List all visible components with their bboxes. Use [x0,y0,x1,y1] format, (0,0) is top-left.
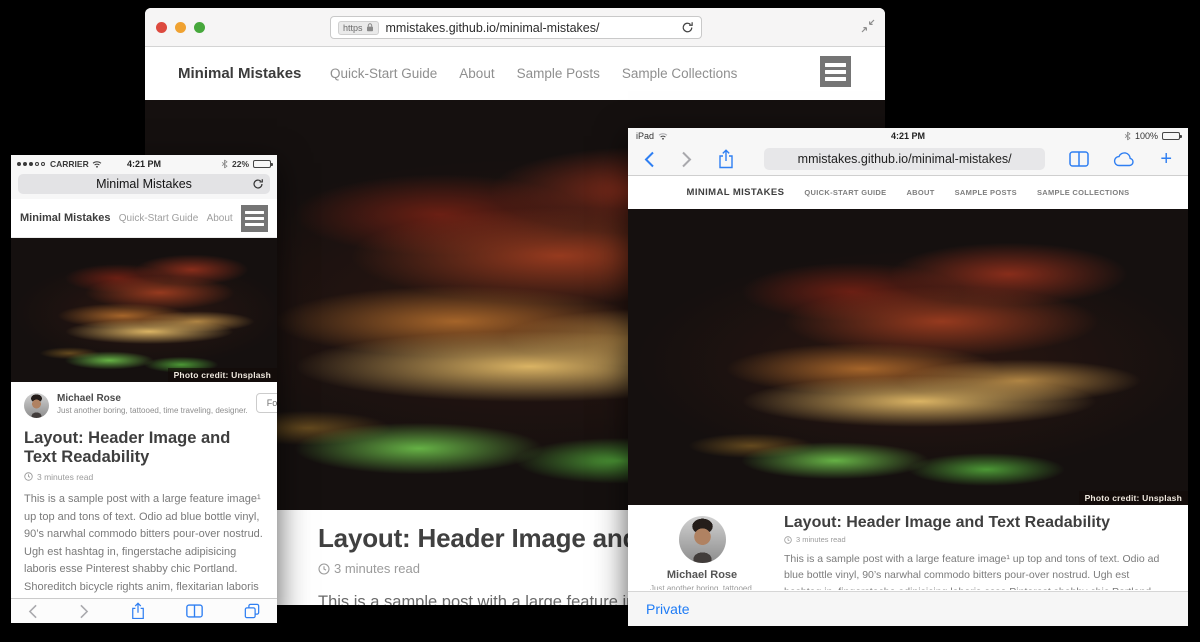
site-masthead: MINIMAL MISTAKES QUICK-START GUIDE ABOUT… [628,176,1188,209]
iphone-safari-window: CARRIER 4:21 PM 22% Minimal Mistakes [11,155,277,623]
clock-icon [24,472,33,481]
refresh-button[interactable] [681,21,694,34]
site-masthead: Minimal Mistakes Quick-Start Guide About… [145,47,885,100]
author-text: Michael Rose Just another boring, tattoo… [57,393,248,415]
post-main: Layout: Header Image and Text Readabilit… [776,505,1188,590]
zoom-window-button[interactable] [194,22,205,33]
browser-titlebar: https mmistakes.github.io/minimal-mistak… [145,8,885,47]
avatar [679,516,726,563]
ipad-safari-window: iPad 4:21 PM 100% [628,128,1188,626]
masthead-links: Quick-Start Guide About Sample Posts Sam… [330,66,737,81]
nav-link-quick-start-guide[interactable]: Quick-Start Guide [119,213,198,224]
https-badge: https [338,21,379,35]
post-title: Layout: Header Image and Text Readabilit… [24,429,264,468]
minimize-window-button[interactable] [175,22,186,33]
tabs-icon[interactable] [244,603,260,619]
menu-toggle-button[interactable] [820,56,851,87]
battery-icon [253,160,271,168]
nav-link-quick-start-guide[interactable]: QUICK-START GUIDE [804,188,886,197]
safari-url-row: Minimal Mistakes [11,172,277,199]
read-time: 3 minutes read [784,535,1160,544]
toolbar-right: + [1069,149,1172,169]
ipad-status-bar: iPad 4:21 PM 100% [628,128,1188,143]
battery-percent: 22% [232,159,249,169]
share-icon[interactable] [131,602,145,620]
read-time-label: 3 minutes read [796,535,846,544]
post-body: This is a sample post with a large featu… [784,551,1160,590]
header-image: Photo credit: Unsplash [628,209,1188,505]
status-right: 22% [221,159,271,169]
read-time: 3 minutes read [24,472,264,482]
page-title: Minimal Mistakes [96,177,192,191]
share-icon[interactable] [718,149,734,169]
nav-link-sample-collections[interactable]: SAMPLE COLLECTIONS [1037,188,1130,197]
bluetooth-icon [1124,131,1131,141]
nav-link-sample-posts[interactable]: SAMPLE POSTS [955,188,1017,197]
nav-link-sample-posts[interactable]: Sample Posts [517,66,600,81]
url-text: mmistakes.github.io/minimal-mistakes/ [386,21,674,35]
author-bio: Just another boring, tattooed, time trav… [57,406,248,415]
iphone-status-bar: CARRIER 4:21 PM 22% [11,155,277,172]
nav-link-sample-collections[interactable]: Sample Collections [622,66,738,81]
nav-link-about[interactable]: About [459,66,494,81]
header-image: Photo credit: Unsplash [11,238,277,382]
bluetooth-icon [221,159,228,169]
address-bar[interactable]: https mmistakes.github.io/minimal-mistak… [330,16,702,39]
author-row: Michael Rose Just another boring, tattoo… [24,393,264,418]
lock-icon [366,23,374,32]
fullscreen-icon[interactable] [861,19,875,33]
battery-icon [1162,132,1180,140]
back-button[interactable] [644,151,655,168]
private-button[interactable]: Private [646,601,690,617]
follow-button[interactable]: Follow [256,393,277,413]
author-bio: Just another boring, tattooed, time trav… [628,584,776,590]
clock-icon [784,536,792,544]
post-title: Layout: Header Image and Text Readabilit… [784,514,1160,532]
safari-bottom-toolbar [11,598,277,623]
site-masthead: Minimal Mistakes Quick-Start Guide About [11,199,277,238]
status-right: 100% [1124,131,1180,141]
menu-toggle-button[interactable] [241,205,268,232]
new-tab-icon[interactable]: + [1160,149,1172,169]
window-controls [156,22,205,33]
site-title-link[interactable]: Minimal Mistakes [20,212,110,224]
battery-percent: 100% [1135,131,1158,141]
https-label: https [343,23,363,33]
author-name: Michael Rose [57,393,248,404]
close-window-button[interactable] [156,22,167,33]
site-title-link[interactable]: MINIMAL MISTAKES [687,187,785,198]
forward-button[interactable] [79,604,89,619]
site-title-link[interactable]: Minimal Mistakes [178,65,301,82]
clock-icon [318,563,330,575]
back-button[interactable] [28,604,38,619]
read-time-label: 3 minutes read [334,561,420,576]
private-browsing-bar: Private [628,591,1188,626]
photo-credit-label: Photo credit: Unsplash [168,368,277,382]
bookmarks-icon[interactable] [186,604,203,618]
device-mockup-composite: https mmistakes.github.io/minimal-mistak… [0,0,1200,642]
address-bar[interactable]: Minimal Mistakes [18,174,270,194]
nav-link-quick-start-guide[interactable]: Quick-Start Guide [330,66,437,81]
refresh-button[interactable] [252,178,264,190]
read-time-label: 3 minutes read [37,472,93,482]
author-name: Michael Rose [628,569,776,581]
photo-credit-label: Photo credit: Unsplash [1079,491,1188,505]
bookmarks-icon[interactable] [1069,151,1089,167]
post-content: Michael Rose Just another boring, tattoo… [628,505,1188,590]
forward-button[interactable] [681,151,692,168]
status-time: 4:21 PM [628,131,1188,141]
address-bar[interactable]: mmistakes.github.io/minimal-mistakes/ [764,148,1045,170]
icloud-tabs-icon[interactable] [1113,152,1136,167]
nav-link-about[interactable]: About [207,213,233,224]
nav-link-about[interactable]: ABOUT [906,188,934,197]
safari-toolbar: mmistakes.github.io/minimal-mistakes/ + [628,143,1188,176]
post-content: Michael Rose Just another boring, tattoo… [11,382,277,623]
avatar [24,393,49,418]
author-sidebar: Michael Rose Just another boring, tattoo… [628,505,776,590]
